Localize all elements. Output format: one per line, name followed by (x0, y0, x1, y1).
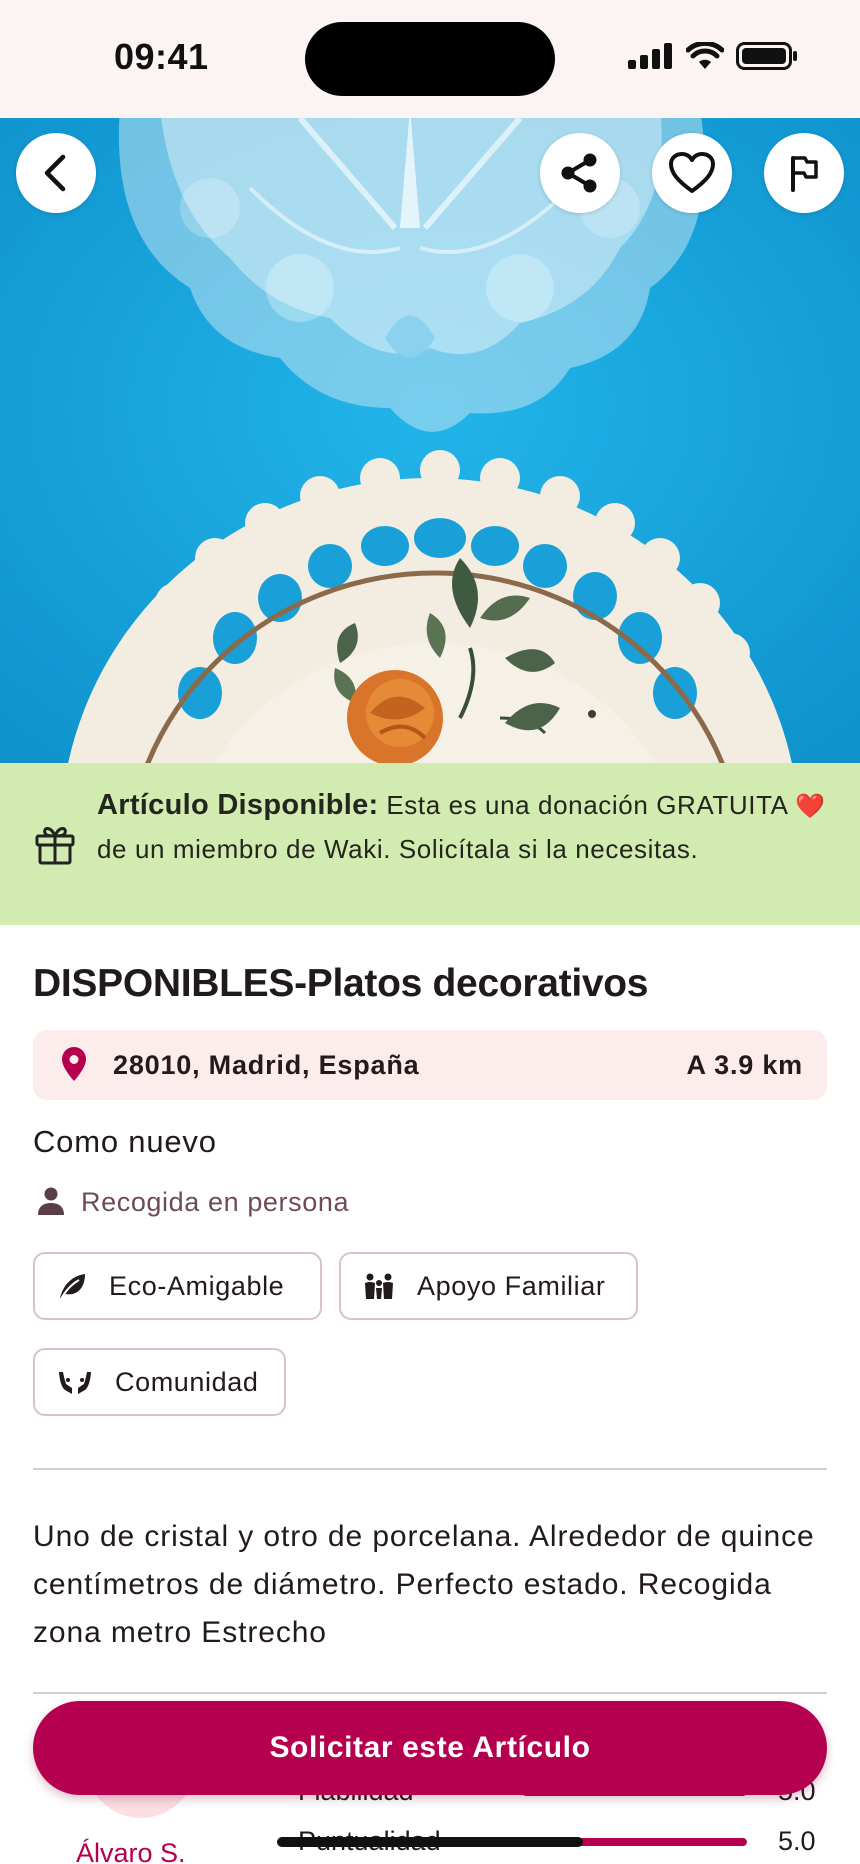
item-title: DISPONIBLES-Platos decorativos (33, 962, 649, 1005)
section-divider (33, 1692, 827, 1694)
availability-heading: Artículo Disponible: (97, 789, 379, 821)
donor-name[interactable]: Álvaro S. (76, 1838, 186, 1864)
distance-text: A 3.9 km (686, 1050, 803, 1080)
location-text: 28010, Madrid, España (113, 1050, 420, 1080)
tag-label: Apoyo Familiar (417, 1270, 606, 1301)
location-card[interactable]: 28010, Madrid, España A 3.9 km (33, 1030, 827, 1100)
tag-label: Comunidad (115, 1366, 259, 1397)
location-pin-icon (62, 1047, 86, 1081)
tag-eco-friendly[interactable]: Eco-Amigable (33, 1252, 322, 1320)
pickup-method: Recogida en persona (81, 1187, 350, 1217)
dynamic-island (305, 22, 555, 96)
heart-icon (669, 152, 715, 193)
tag-family-support[interactable]: Apoyo Familiar (339, 1252, 638, 1320)
metric-value-punctuality: 5.0 (778, 1826, 816, 1856)
signal-icon (628, 43, 672, 69)
section-divider (33, 1468, 827, 1470)
person-icon (38, 1187, 64, 1215)
heart-emoji: ❤️ (795, 793, 826, 820)
availability-text-2: de un miembro de Waki. Solicítala si la … (97, 834, 699, 864)
flag-icon (791, 156, 818, 192)
item-photo-illustration (0, 118, 860, 763)
item-condition: Como nuevo (33, 1124, 217, 1159)
home-indicator (277, 1837, 583, 1847)
gift-icon (35, 827, 75, 865)
item-photo (0, 118, 860, 763)
availability-message: Artículo Disponible: Esta es una donació… (97, 784, 827, 870)
request-item-button[interactable]: Solicitar este Artículo (33, 1701, 827, 1795)
status-icons (628, 42, 798, 70)
hands-icon (59, 1372, 91, 1394)
battery-icon (736, 42, 797, 70)
leaf-icon (60, 1274, 85, 1300)
back-button[interactable] (16, 133, 96, 213)
report-button[interactable] (764, 133, 844, 213)
share-button[interactable] (540, 133, 620, 213)
status-bar: 09:41 (0, 0, 860, 118)
tag-label: Eco-Amigable (109, 1270, 285, 1301)
status-time: 09:41 (114, 36, 209, 77)
wifi-icon (686, 42, 724, 69)
family-icon (365, 1273, 393, 1299)
item-description: Uno de cristal y otro de porcelana. Alre… (33, 1520, 815, 1649)
availability-text-1: Esta es una donación GRATUITA (378, 790, 795, 820)
tag-community[interactable]: Comunidad (33, 1348, 286, 1416)
favorite-button[interactable] (652, 133, 732, 213)
chevron-left-icon (44, 154, 66, 192)
share-icon (561, 153, 597, 193)
